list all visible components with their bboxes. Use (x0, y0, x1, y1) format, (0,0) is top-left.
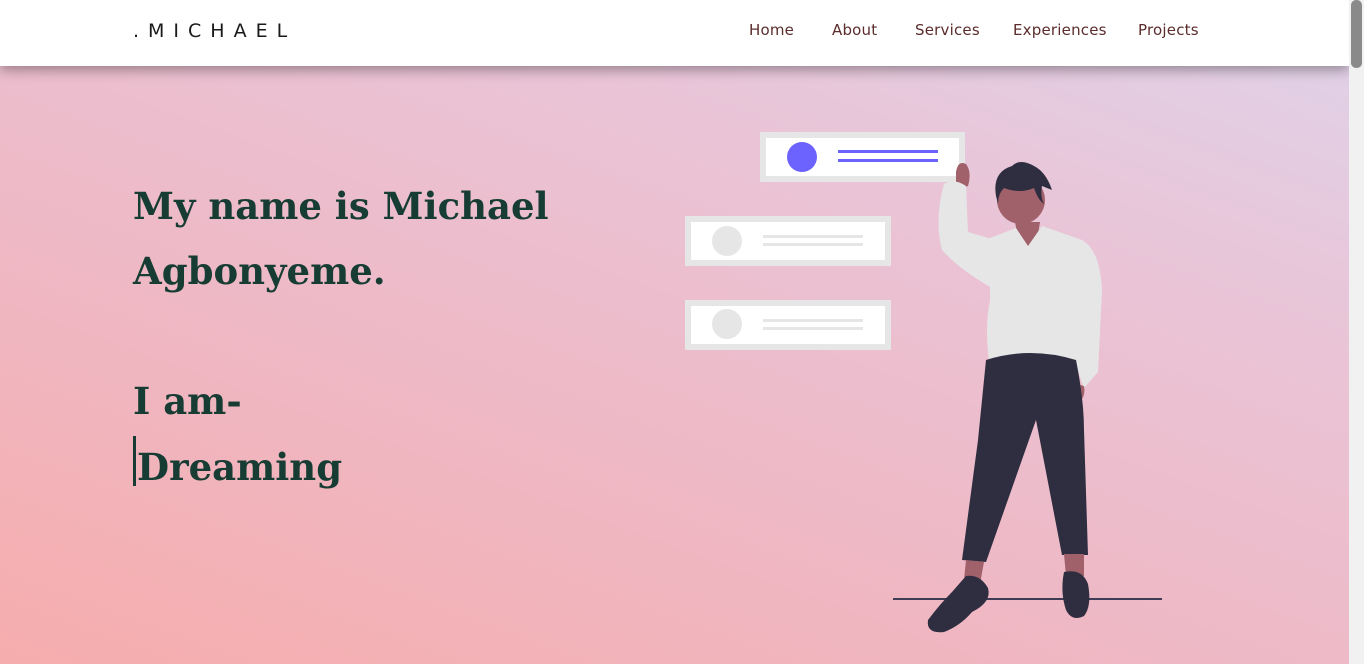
nav-link-services[interactable]: Services (915, 21, 980, 39)
navbar: .MICHAEL Home About Services Experiences… (0, 0, 1349, 66)
profile-card-active (760, 132, 965, 182)
scrollbar-thumb[interactable] (1351, 0, 1362, 68)
nav-link-about[interactable]: About (832, 21, 877, 39)
hero-iam-label: I am- (133, 379, 242, 423)
person-with-floating-cards-illustration (685, 132, 1162, 633)
nav-link-home[interactable]: Home (749, 21, 794, 39)
profile-card (685, 300, 891, 350)
hero-typed-text: Dreaming (133, 436, 342, 489)
site-logo[interactable]: .MICHAEL (133, 20, 296, 42)
person-figure (927, 162, 1102, 633)
profile-card (685, 216, 891, 266)
nav-link-projects[interactable]: Projects (1138, 21, 1199, 39)
nav-link-experiences[interactable]: Experiences (1013, 21, 1107, 39)
page-scrollbar[interactable] (1349, 0, 1364, 664)
page: .MICHAEL Home About Services Experiences… (0, 0, 1349, 664)
hero-headline: My name is Michael Agbonyeme. (133, 184, 549, 293)
